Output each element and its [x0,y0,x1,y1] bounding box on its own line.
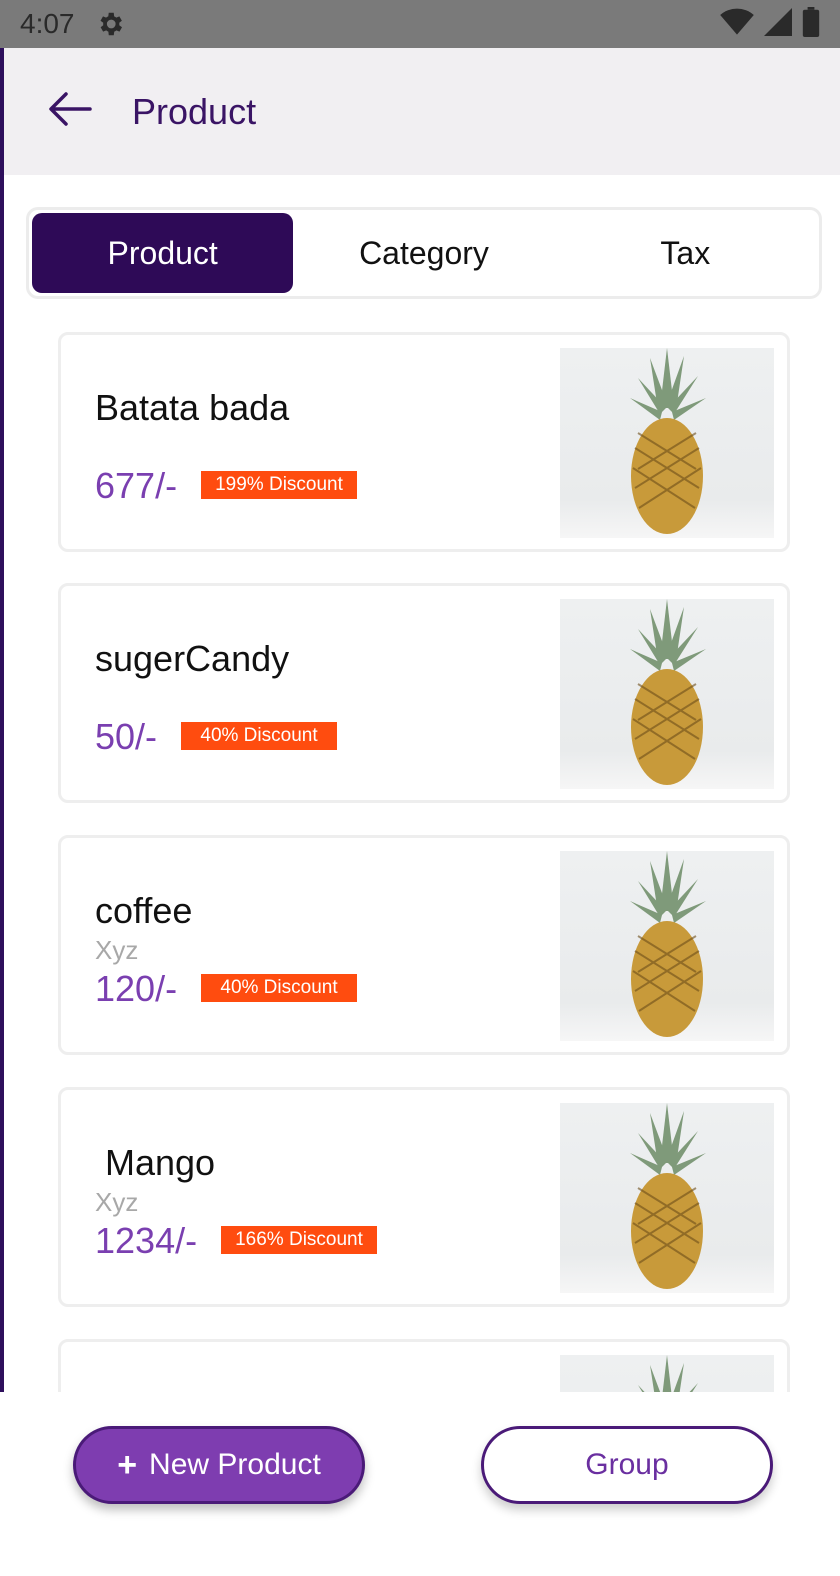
product-image [560,348,774,538]
gear-icon [95,9,125,39]
page-title: Product [132,90,257,132]
product-subtitle: Xyz [95,935,139,965]
wifi-icon [720,8,754,41]
status-bar: 4:07 [0,0,840,48]
product-list: Batata bada 677/- 199% Discount sugerCan… [0,330,840,1392]
product-card-sugercandy[interactable]: sugerCandy 50/- 40% Discount [58,583,790,803]
discount-badge: 40% Discount [181,722,337,750]
product-image [560,599,774,789]
pineapple-image [630,851,706,1037]
signal-icon [764,7,792,41]
product-name: Mango [95,1142,216,1183]
new-product-label: New Product [149,1448,321,1481]
new-product-button[interactable]: + New Product [73,1426,365,1504]
discount-badge: 199% Discount [201,471,357,499]
discount-badge: 40% Discount [201,974,357,1002]
product-price: 120/- [95,968,178,1009]
plus-icon: + [117,1445,138,1484]
pineapple-image [630,599,706,785]
product-card-batata-bada[interactable]: Batata bada 677/- 199% Discount [58,332,790,552]
product-image [560,851,774,1041]
product-price: 677/- [95,465,178,506]
product-name: sugerCandy [95,638,290,679]
pineapple-image [630,1103,706,1289]
product-image [560,1355,774,1392]
product-name: coffee [95,890,193,931]
product-subtitle: Xyz [95,1187,139,1217]
pineapple-image [638,1355,698,1392]
back-button[interactable] [40,82,100,142]
product-card-mango[interactable]: Mango Xyz 1234/- 166% Discount [58,1087,790,1307]
tab-bar: Product Category Tax [26,207,822,299]
product-card-partial[interactable] [58,1339,790,1392]
arrow-left-icon [48,91,92,132]
battery-icon [802,6,820,42]
status-time: 4:07 [20,8,75,39]
group-label: Group [585,1448,669,1481]
tab-product[interactable]: Product [32,213,294,293]
product-price: 1234/- [95,1220,198,1261]
tab-category[interactable]: Category [293,213,554,293]
product-card-coffee[interactable]: coffee Xyz 120/- 40% Discount [58,835,790,1055]
product-price: 50/- [95,716,158,757]
tab-tax[interactable]: Tax [555,213,816,293]
product-image [560,1103,774,1293]
app-bar: Product [4,48,840,175]
product-name: Batata bada [95,387,290,428]
group-button[interactable]: Group [481,1426,773,1504]
discount-badge: 166% Discount [221,1226,377,1254]
pineapple-image [630,348,706,534]
